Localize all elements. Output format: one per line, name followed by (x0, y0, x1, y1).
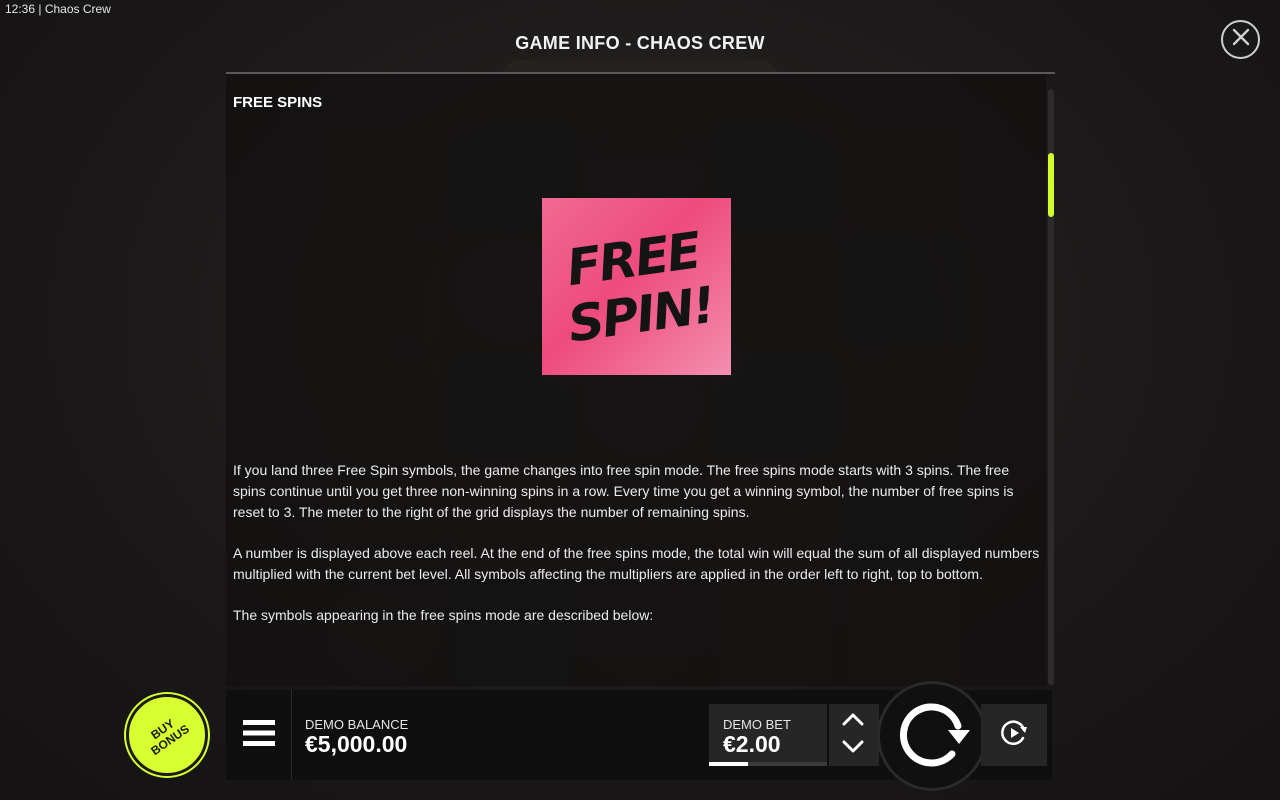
scrollbar-thumb[interactable] (1048, 153, 1054, 217)
close-icon (1231, 27, 1251, 52)
chevron-up-icon (842, 712, 864, 731)
page-title: GAME INFO - CHAOS CREW (515, 33, 765, 53)
window-title: 12:36 | Chaos Crew (5, 2, 111, 16)
chevron-down-icon (842, 740, 864, 759)
spin-button[interactable] (877, 681, 987, 791)
balance-value: €5,000.00 (305, 731, 408, 757)
spin-arrow-icon (890, 692, 974, 781)
paragraph-multipliers: A number is displayed above each reel. A… (233, 545, 1040, 582)
paragraph-free-spins: If you land three Free Spin symbols, the… (233, 462, 1014, 520)
paragraph-symbols-intro: The symbols appearing in the free spins … (233, 607, 654, 623)
menu-button[interactable] (226, 690, 292, 780)
section-heading: FREE SPINS (233, 94, 323, 111)
hamburger-menu-icon (242, 719, 275, 751)
autoplay-icon (999, 718, 1029, 753)
info-content-panel[interactable] (226, 74, 1046, 686)
bet-level-fill (709, 762, 748, 766)
balance-label: DEMO BALANCE (305, 717, 409, 732)
bet-label: DEMO BET (723, 717, 791, 732)
bet-increase-button[interactable] (841, 710, 865, 732)
free-spin-symbol-image: FREE SPIN! (542, 198, 731, 375)
close-button[interactable] (1221, 20, 1260, 59)
autoplay-button[interactable] (981, 704, 1047, 766)
bet-value: €2.00 (723, 731, 781, 757)
buy-bonus-button[interactable]: BUY BONUS (126, 694, 208, 776)
bet-decrease-button[interactable] (841, 738, 865, 760)
